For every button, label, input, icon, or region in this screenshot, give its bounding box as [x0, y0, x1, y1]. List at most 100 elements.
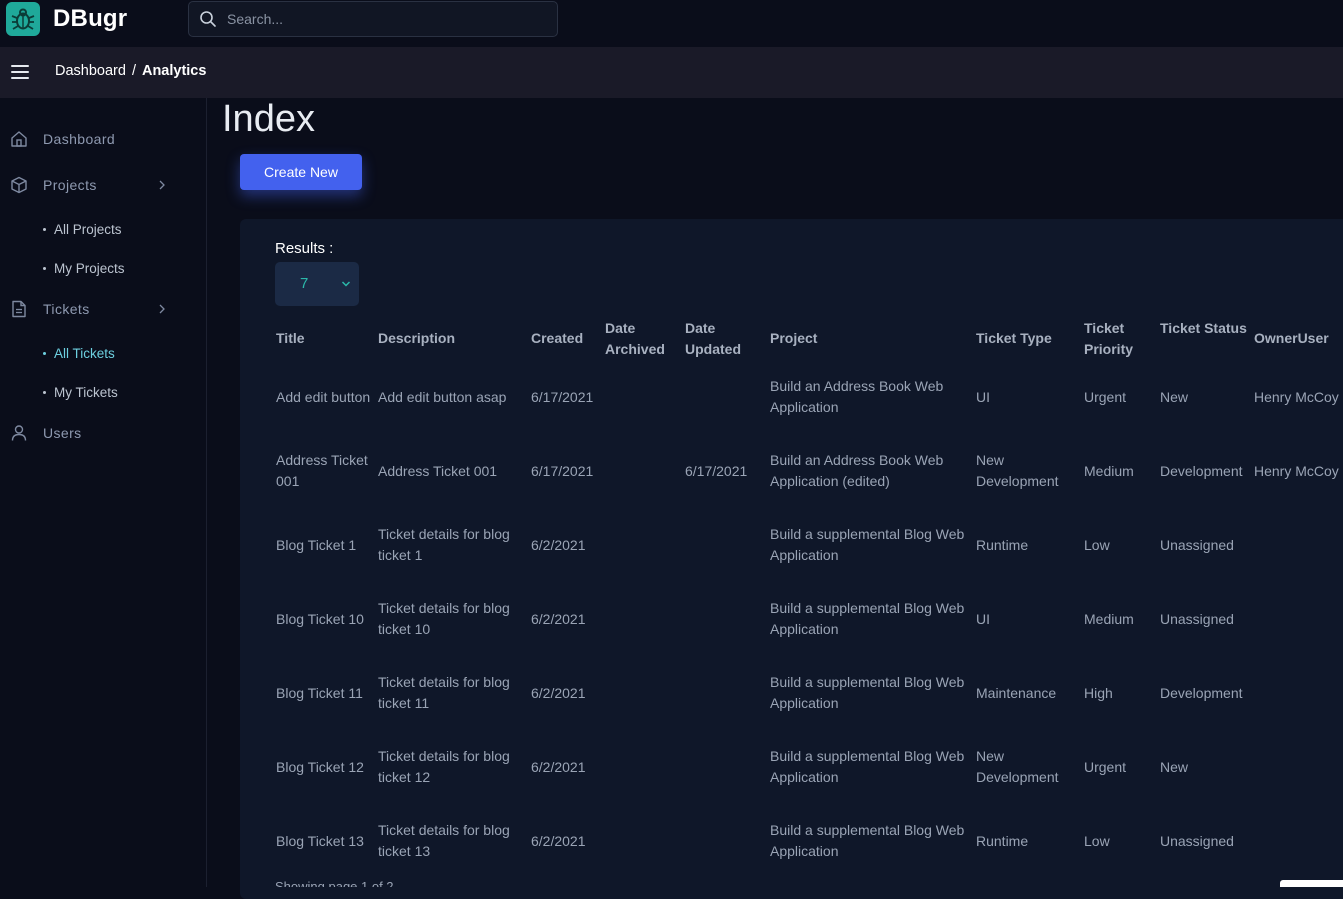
table-cell: Urgent	[1084, 388, 1127, 405]
sidebar: Dashboard Projects All Projects My Proje…	[0, 98, 207, 887]
page-corner-element	[1280, 880, 1343, 887]
table-cell: UI	[976, 388, 990, 405]
table-cell: Ticket details for blog ticket 12	[378, 748, 510, 785]
table-cell	[605, 746, 683, 788]
table-cell: Medium	[1084, 610, 1134, 627]
column-header[interactable]: Date Updated	[685, 318, 765, 360]
breadcrumb: Dashboard / Analytics	[55, 63, 206, 79]
table-cell: 6/2/2021	[531, 832, 586, 849]
chevron-right-icon	[159, 180, 165, 190]
sidebar-item-label: Users	[43, 425, 82, 441]
home-icon	[11, 131, 27, 147]
column-header[interactable]: Created	[531, 328, 603, 349]
table-cell: Blog Ticket 13	[276, 832, 364, 849]
table-cell: Address Ticket 001	[378, 462, 498, 479]
table-cell: 6/17/2021	[531, 462, 594, 479]
table-cell: UI	[976, 610, 990, 627]
table-cell: Address Ticket 001	[276, 452, 368, 489]
table-cell: Runtime	[976, 536, 1029, 553]
breadcrumb-root[interactable]: Dashboard	[55, 63, 126, 79]
search-input[interactable]	[225, 10, 545, 28]
sidebar-subitem-my-tickets[interactable]: My Tickets	[43, 382, 118, 402]
column-header[interactable]: Project	[770, 328, 970, 349]
column-header[interactable]: Description	[378, 328, 528, 349]
table-cell: Ticket details for blog ticket 1	[378, 526, 510, 563]
table-cell: Unassigned	[1160, 832, 1234, 849]
column-header[interactable]: Date Archived	[605, 318, 683, 360]
table-cell	[605, 524, 683, 566]
sidebar-item-projects[interactable]: Projects	[0, 170, 206, 200]
table-cell: 6/2/2021	[531, 610, 586, 627]
table-cell: Ticket details for blog ticket 11	[378, 674, 510, 711]
table-cell: Ticket details for blog ticket 13	[378, 822, 510, 859]
table-cell: Build a supplemental Blog Web Applicatio…	[770, 748, 965, 785]
table-cell	[1254, 746, 1343, 788]
bullet-icon	[43, 266, 46, 270]
sidebar-subitem-all-projects[interactable]: All Projects	[43, 219, 122, 239]
box-icon	[11, 176, 27, 194]
sidebar-item-label: Tickets	[43, 301, 90, 317]
table-cell: Build a supplemental Blog Web Applicatio…	[770, 822, 965, 859]
results-select[interactable]: 7	[275, 262, 359, 306]
search-box[interactable]	[188, 1, 558, 37]
subitem-label: My Projects	[54, 260, 125, 276]
table-cell	[685, 376, 765, 418]
table-cell: Henry McCoy	[1254, 388, 1339, 405]
sidebar-item-tickets[interactable]: Tickets	[0, 294, 206, 324]
menu-toggle-icon[interactable]	[11, 65, 29, 79]
table-cell: 6/2/2021	[531, 536, 586, 553]
top-bar: DBugr	[0, 0, 1343, 47]
table-cell: Add edit button	[276, 388, 371, 405]
column-header[interactable]: Ticket Priority	[1084, 318, 1158, 360]
results-select-value: 7	[300, 275, 309, 292]
table-cell	[685, 820, 765, 862]
sidebar-item-dashboard[interactable]: Dashboard	[0, 124, 206, 154]
table-cell: Blog Ticket 11	[276, 684, 363, 701]
table-cell: Medium	[1084, 462, 1134, 479]
table-cell: Blog Ticket 12	[276, 758, 364, 775]
column-header[interactable]: Ticket Type	[976, 328, 1081, 349]
brand-name[interactable]: DBugr	[53, 5, 127, 33]
table-cell	[685, 598, 765, 640]
table-cell: Build an Address Book Web Application	[770, 378, 944, 415]
table-cell: Low	[1084, 832, 1110, 849]
column-header[interactable]: OwnerUser	[1254, 328, 1343, 349]
table-cell: Unassigned	[1160, 610, 1234, 627]
table-cell: Development	[1160, 684, 1243, 701]
column-header[interactable]: Title	[276, 328, 376, 349]
table-cell: Build a supplemental Blog Web Applicatio…	[770, 674, 965, 711]
chevron-right-icon	[159, 304, 165, 314]
file-icon	[12, 300, 26, 318]
breadcrumb-separator: /	[131, 63, 136, 79]
sidebar-item-users[interactable]: Users	[0, 418, 206, 448]
table-cell: Maintenance	[976, 684, 1057, 701]
table-cell: New	[1160, 758, 1189, 775]
table-cell	[1254, 524, 1343, 566]
sidebar-subitem-all-tickets[interactable]: All Tickets	[43, 343, 115, 363]
table-cell: Runtime	[976, 832, 1029, 849]
table-cell: 6/17/2021	[685, 462, 748, 479]
table-cell: New	[1160, 388, 1189, 405]
bullet-icon	[43, 390, 46, 394]
table-cell: Build a supplemental Blog Web Applicatio…	[770, 526, 965, 563]
breadcrumb-current: Analytics	[141, 63, 207, 79]
table-cell	[685, 746, 765, 788]
table-cell: Blog Ticket 10	[276, 610, 364, 627]
bug-logo-icon[interactable]	[6, 2, 40, 36]
table-cell: 6/2/2021	[531, 684, 586, 701]
table-cell	[685, 672, 765, 714]
table-cell	[1254, 820, 1343, 862]
table-cell: 6/17/2021	[531, 388, 594, 405]
table-cell: Ticket details for blog ticket 10	[378, 600, 510, 637]
table-cell: Low	[1084, 536, 1110, 553]
table-cell: Unassigned	[1160, 536, 1234, 553]
column-header[interactable]: Ticket Status	[1160, 318, 1254, 339]
table-cell	[605, 376, 683, 418]
sidebar-subitem-my-projects[interactable]: My Projects	[43, 258, 125, 278]
table-cell: Build an Address Book Web Application (e…	[770, 452, 944, 489]
table-cell	[1254, 672, 1343, 714]
table-footer-info: Showing page 1 of 2	[275, 879, 394, 887]
create-new-button[interactable]: Create New	[240, 154, 362, 190]
bullet-icon	[43, 227, 46, 231]
sidebar-item-label: Projects	[43, 177, 97, 193]
